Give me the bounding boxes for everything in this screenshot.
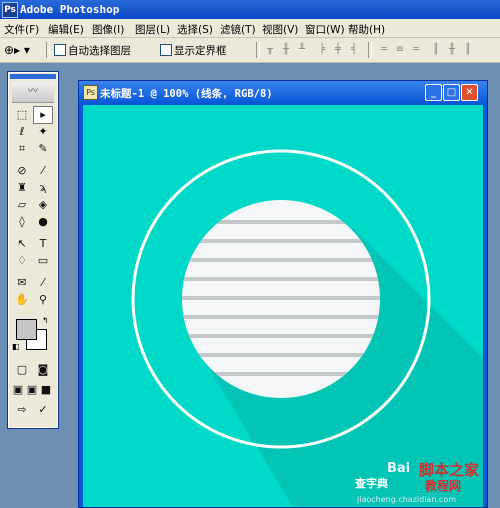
- distribute-hcenter-icon[interactable]: ╫: [446, 44, 458, 56]
- menu-image[interactable]: 图像(I): [92, 22, 124, 37]
- feather-logo-icon[interactable]: 〰: [12, 82, 54, 103]
- align-bottom-icon[interactable]: ╨: [296, 44, 308, 56]
- stripe-line: [182, 277, 380, 281]
- watermark-site-sub: 教程网: [425, 479, 462, 493]
- watermark-tag: 查字典: [355, 477, 388, 490]
- swap-colors-icon[interactable]: ↰: [42, 316, 49, 325]
- distribute-left-icon[interactable]: ║: [430, 44, 442, 56]
- menu-bar: 文件(F) 编辑(E) 图像(I) 图层(L) 选择(S) 滤镜(T) 视图(V…: [0, 19, 500, 38]
- document-icon: Ps: [83, 85, 98, 100]
- stripe-line: [182, 315, 380, 319]
- align-left-icon[interactable]: ╞: [316, 44, 328, 56]
- quick-mask-mode-icon[interactable]: ◙: [34, 362, 52, 378]
- history-brush-tool-icon[interactable]: ϡ: [34, 180, 52, 196]
- clone-stamp-tool-icon[interactable]: ♜: [13, 180, 31, 196]
- brush-tool-icon[interactable]: ⁄: [34, 163, 52, 179]
- screen-mode-full-icon[interactable]: ■: [39, 382, 53, 398]
- stripe-line: [182, 258, 380, 262]
- distribute-top-icon[interactable]: ═: [378, 44, 390, 56]
- auto-select-checkbox[interactable]: [54, 44, 66, 56]
- watermark: 查字典 Bai 脚本之家 教程网 jiaocheng.chazidian.com: [355, 455, 500, 506]
- divider: [368, 42, 372, 58]
- jump-to-imageready-icon[interactable]: ⇨: [13, 402, 31, 418]
- pen-tool-icon[interactable]: ♢: [13, 253, 31, 269]
- toolbox: 〰 ⬚ ▸ ℓ ✦ ⌗ ✎ ⊘ ⁄ ♜ ϡ ▱ ◈ ◊ ● ↖ T ♢ ▭ ✉ …: [7, 71, 59, 429]
- blur-tool-icon[interactable]: ◊: [13, 214, 31, 230]
- document-title: 未标题-1 @ 100% (线条, RGB/8): [100, 88, 273, 100]
- move-tool-icon[interactable]: ⊕▸ ▾: [4, 41, 42, 59]
- move-tool-icon[interactable]: ▸: [33, 106, 53, 124]
- default-colors-icon[interactable]: ◧: [12, 342, 20, 351]
- menu-file[interactable]: 文件(F): [4, 22, 39, 37]
- stripe-line: [182, 296, 380, 300]
- menu-window[interactable]: 窗口(W): [305, 22, 345, 37]
- zoom-tool-icon[interactable]: ⚲: [34, 292, 52, 308]
- app-title: Adobe Photoshop: [20, 3, 120, 16]
- watermark-baidu: Bai: [387, 461, 411, 476]
- menu-filter[interactable]: 滤镜(T): [220, 22, 256, 37]
- menu-select[interactable]: 选择(S): [177, 22, 213, 37]
- align-vcenter-icon[interactable]: ╫: [280, 44, 292, 56]
- standard-mode-icon[interactable]: ▢: [13, 362, 31, 378]
- watermark-url: jiaocheng.chazidian.com: [357, 495, 457, 504]
- auto-select-label: 自动选择图层: [68, 45, 131, 57]
- eraser-tool-icon[interactable]: ▱: [13, 197, 31, 213]
- photoshop-app-icon: Ps: [2, 2, 18, 18]
- menu-edit[interactable]: 编辑(E): [48, 22, 84, 37]
- document-window: Ps 未标题-1 @ 100% (线条, RGB/8) _ □ ✕: [78, 80, 488, 508]
- divider: [256, 42, 260, 58]
- toolbox-grip[interactable]: [10, 74, 56, 79]
- distribute-bottom-icon[interactable]: ═: [410, 44, 422, 56]
- show-bounds-label: 显示定界框: [174, 45, 227, 57]
- app-titlebar: Ps Adobe Photoshop: [0, 0, 500, 19]
- screen-mode-standard-icon[interactable]: ▣: [11, 382, 25, 398]
- lasso-tool-icon[interactable]: ℓ: [13, 124, 31, 140]
- healing-brush-tool-icon[interactable]: ⊘: [13, 163, 31, 179]
- magic-wand-tool-icon[interactable]: ✦: [34, 124, 52, 140]
- document-titlebar[interactable]: Ps 未标题-1 @ 100% (线条, RGB/8) _ □ ✕: [79, 81, 487, 103]
- close-button[interactable]: ✕: [461, 84, 478, 101]
- canvas-artwork: [131, 149, 483, 507]
- stripe-line: [182, 334, 380, 338]
- minimize-button[interactable]: _: [425, 84, 442, 101]
- divider: [46, 42, 50, 58]
- stripe-line: [182, 353, 380, 357]
- screen-mode-menu-icon[interactable]: ▣: [25, 382, 39, 398]
- distribute-right-icon[interactable]: ║: [462, 44, 474, 56]
- eyedropper-tool-icon[interactable]: ⁄: [34, 275, 52, 291]
- maximize-button[interactable]: □: [443, 84, 460, 101]
- document-canvas[interactable]: [83, 105, 483, 507]
- align-right-icon[interactable]: ╡: [348, 44, 360, 56]
- stripe-line: [182, 220, 380, 224]
- show-bounds-checkbox[interactable]: [160, 44, 172, 56]
- menu-help[interactable]: 帮助(H): [348, 22, 385, 37]
- menu-layer[interactable]: 图层(L): [135, 22, 170, 37]
- rectangle-tool-icon[interactable]: ▭: [34, 253, 52, 269]
- notes-tool-icon[interactable]: ✉: [13, 275, 31, 291]
- dodge-tool-icon[interactable]: ●: [34, 214, 52, 230]
- path-selection-tool-icon[interactable]: ↖: [13, 236, 31, 252]
- menu-view[interactable]: 视图(V): [262, 22, 298, 37]
- options-bar: ⊕▸ ▾ 自动选择图层 显示定界框 ╥ ╫ ╨ ╞ ╪ ╡ ═ ≡ ═ ║ ╫ …: [0, 38, 500, 63]
- distribute-vcenter-icon[interactable]: ≡: [394, 44, 406, 56]
- stripe-line: [182, 239, 380, 243]
- slice-tool-icon[interactable]: ✎: [34, 141, 52, 157]
- type-tool-icon[interactable]: T: [34, 236, 52, 252]
- align-hcenter-icon[interactable]: ╪: [332, 44, 344, 56]
- marquee-tool-icon[interactable]: ⬚: [13, 107, 31, 123]
- align-top-icon[interactable]: ╥: [264, 44, 276, 56]
- hand-tool-icon[interactable]: ✋: [13, 292, 31, 308]
- crop-tool-icon[interactable]: ⌗: [13, 141, 31, 157]
- paint-bucket-tool-icon[interactable]: ◈: [34, 197, 52, 213]
- foreground-color-swatch[interactable]: [16, 319, 37, 340]
- edit-in-imageready-icon[interactable]: ✓: [34, 402, 52, 418]
